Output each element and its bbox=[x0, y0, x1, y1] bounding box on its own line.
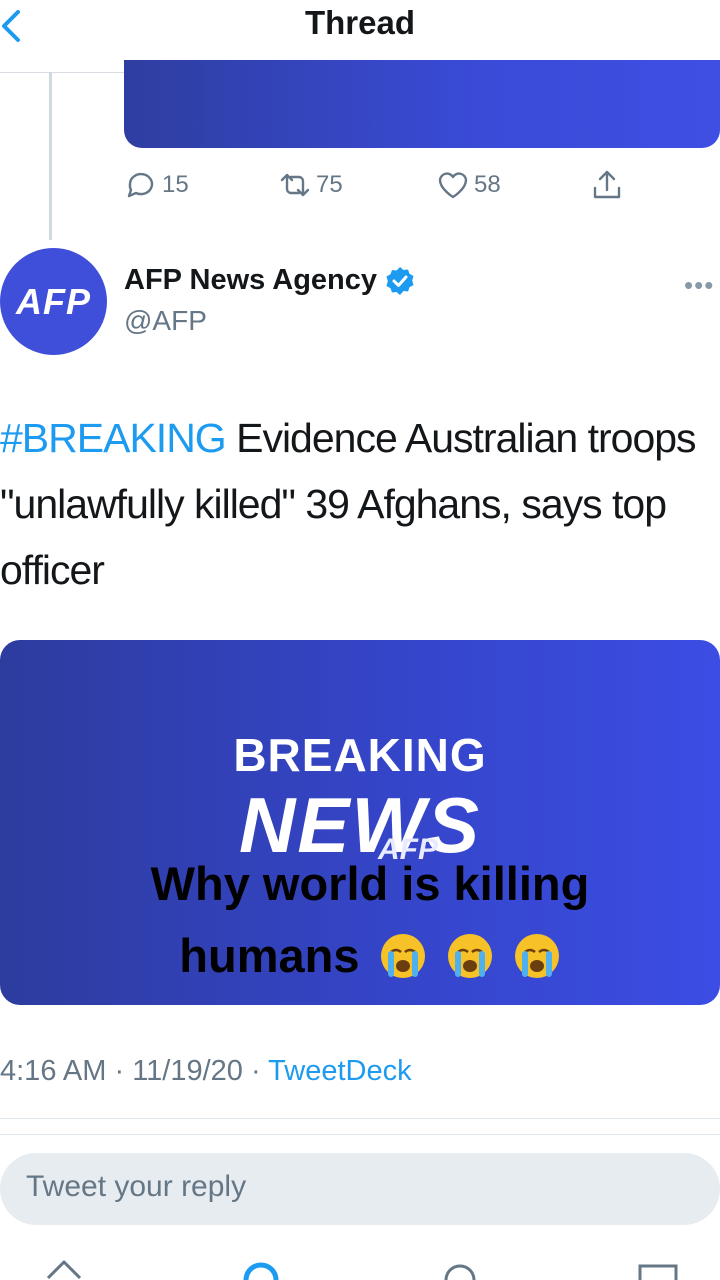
search-icon[interactable] bbox=[242, 1258, 280, 1280]
notifications-icon[interactable] bbox=[442, 1258, 478, 1280]
crying-face-icon bbox=[514, 934, 559, 978]
thread-connector-line bbox=[49, 72, 52, 240]
reply-placeholder: Tweet your reply bbox=[26, 1170, 247, 1203]
verified-badge-icon bbox=[386, 266, 414, 295]
author-name-row[interactable]: AFP News Agency bbox=[124, 264, 415, 297]
media-breaking-text: BREAKING bbox=[233, 729, 487, 781]
crying-face-icon bbox=[380, 934, 425, 978]
bottom-tab-bar bbox=[0, 1250, 720, 1280]
hashtag-link[interactable]: #BREAKING bbox=[0, 415, 227, 461]
page-title: Thread bbox=[304, 4, 416, 41]
messages-icon[interactable] bbox=[636, 1262, 680, 1280]
reply-icon bbox=[127, 172, 154, 198]
tweet-timestamp: 4:16 AM · 11/19/20 · TweetDeck bbox=[0, 1055, 412, 1087]
like-action[interactable]: 58 bbox=[436, 166, 501, 204]
retweet-action[interactable]: 75 bbox=[278, 166, 343, 204]
previous-tweet-media[interactable] bbox=[124, 60, 720, 148]
overlay-caption: Why world is killing humans bbox=[90, 848, 650, 992]
tweet-text: #BREAKING Evidence Australian troops "un… bbox=[0, 405, 720, 603]
tweet-time: 4:16 AM bbox=[0, 1055, 107, 1087]
retweet-icon bbox=[280, 173, 310, 197]
like-count: 58 bbox=[474, 171, 501, 198]
divider bbox=[0, 1134, 720, 1135]
share-action[interactable] bbox=[590, 166, 624, 204]
home-icon[interactable] bbox=[44, 1258, 84, 1280]
heart-icon bbox=[438, 172, 468, 199]
avatar-logo-text: AFP bbox=[16, 280, 91, 322]
tweet-source-link[interactable]: TweetDeck bbox=[268, 1055, 411, 1087]
share-icon bbox=[593, 170, 621, 199]
crying-face-icon bbox=[447, 934, 492, 978]
more-options-icon[interactable]: ••• bbox=[684, 270, 714, 301]
divider bbox=[0, 1118, 720, 1119]
avatar[interactable]: AFP bbox=[0, 248, 107, 355]
reply-action[interactable]: 15 bbox=[124, 166, 189, 204]
author-handle[interactable]: @AFP bbox=[124, 305, 207, 337]
tweet-date: 11/19/20 bbox=[132, 1055, 243, 1087]
reply-count: 15 bbox=[162, 171, 189, 198]
author-name: AFP News Agency bbox=[124, 264, 378, 296]
retweet-count: 75 bbox=[316, 171, 343, 198]
